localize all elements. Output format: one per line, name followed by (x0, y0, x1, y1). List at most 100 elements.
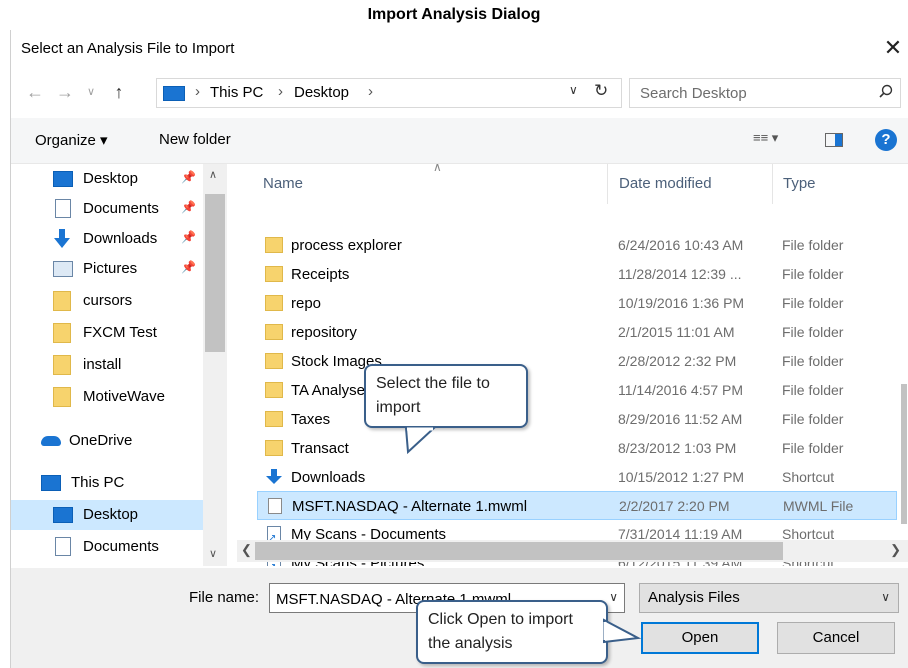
folder-icon (265, 353, 283, 369)
callout-pointer (603, 618, 642, 644)
nav-item-onedrive[interactable]: OneDrive (11, 426, 211, 456)
breadcrumb-this-pc[interactable]: This PC (210, 84, 263, 101)
scroll-down-icon[interactable]: ∨ (209, 547, 217, 560)
callout-select-file: Select the file to import (364, 364, 528, 455)
scroll-up-icon[interactable]: ∧ (209, 168, 217, 181)
command-bar: Organize ▾ New folder ≡≡ ▾ ? (11, 118, 908, 164)
back-arrow-icon[interactable]: ← (25, 80, 45, 104)
file-row-selected[interactable]: MSFT.NASDAQ - Alternate 1.mwml 2/2/2017 … (257, 491, 897, 520)
nav-item-install[interactable]: install (11, 350, 211, 380)
callout-click-open: Click Open to import the analysis (416, 600, 642, 664)
nav-item-this-pc[interactable]: This PC (11, 468, 211, 498)
file-name: Receipts (291, 266, 350, 283)
file-row[interactable]: repo 10/19/2016 1:36 PM File folder (257, 289, 897, 318)
desktop-icon (53, 507, 73, 523)
refresh-icon[interactable]: ↻ (594, 81, 608, 101)
callout-pointer (404, 427, 437, 455)
file-scrollbar-vertical[interactable] (899, 164, 908, 536)
address-dropdown-chevron-icon[interactable]: ∨ (569, 83, 578, 97)
file-row[interactable]: Receipts 11/28/2014 12:39 ... File folde… (257, 260, 897, 289)
column-divider[interactable] (772, 164, 773, 204)
folder-icon (265, 266, 283, 282)
nav-item-label: Desktop (83, 506, 139, 523)
nav-item-cursors[interactable]: cursors (11, 286, 211, 316)
folder-icon (53, 323, 71, 343)
recent-locations-chevron-icon[interactable]: ∨ (81, 80, 101, 104)
file-type: File folder (782, 353, 844, 369)
breadcrumb-desktop[interactable]: Desktop (294, 84, 349, 101)
file-row[interactable]: Transact 8/23/2012 1:03 PM File folder (257, 434, 897, 463)
search-icon (879, 84, 893, 98)
file-scroll-thumb-vertical[interactable] (901, 384, 907, 524)
file-open-dialog: Select an Analysis File to Import ✕ ← → … (10, 30, 908, 668)
nav-item-desktop-selected[interactable]: Desktop (11, 500, 211, 530)
folder-icon (265, 324, 283, 340)
nav-item-downloads[interactable]: Downloads 📌 (11, 224, 211, 254)
help-icon[interactable]: ? (875, 129, 897, 151)
nav-item-label: MotiveWave (83, 388, 165, 405)
preview-pane-icon[interactable] (825, 133, 843, 147)
change-view-icon[interactable]: ≡≡ ▾ (753, 130, 778, 146)
file-row[interactable]: repository 2/1/2015 11:01 AM File folder (257, 318, 897, 347)
file-date: 11/28/2014 12:39 ... (618, 266, 742, 282)
address-bar[interactable]: › This PC › Desktop › ∨ ↻ (156, 78, 622, 108)
breadcrumb-separator: › (368, 83, 373, 100)
nav-item-motivewave[interactable]: MotiveWave (11, 382, 211, 412)
address-row: ← → ∨ ↑ › This PC › Desktop › ∨ ↻ (11, 76, 908, 110)
open-button[interactable]: Open (641, 622, 759, 654)
scroll-right-icon[interactable]: ❯ (890, 542, 901, 558)
file-row[interactable]: Downloads 10/15/2012 1:27 PM Shortcut (257, 463, 897, 492)
file-row[interactable]: Stock Images 2/28/2012 2:32 PM File fold… (257, 347, 897, 376)
forward-arrow-icon[interactable]: → (55, 80, 75, 104)
pin-icon: 📌 (181, 260, 196, 274)
scroll-left-icon[interactable]: ❮ (241, 542, 252, 558)
file-scroll-thumb-horizontal[interactable] (255, 542, 783, 560)
file-row[interactable]: Taxes 8/29/2016 11:52 AM File folder (257, 405, 897, 434)
nav-scroll-thumb[interactable] (205, 194, 225, 352)
file-type-filter[interactable]: Analysis Files ∨ (639, 583, 899, 613)
column-header-name[interactable]: Name (263, 175, 303, 192)
file-name: repo (291, 295, 322, 312)
cancel-button[interactable]: Cancel (777, 622, 895, 654)
sort-ascending-icon: ∧ (433, 164, 442, 174)
file-date: 2/28/2012 2:32 PM (618, 353, 737, 369)
folder-icon (265, 440, 283, 456)
close-icon[interactable]: ✕ (881, 36, 905, 60)
file-scrollbar-horizontal[interactable]: ❮ ❯ (237, 540, 908, 562)
nav-scrollbar[interactable]: ∧ ∨ (203, 164, 227, 566)
file-row[interactable]: process explorer 6/24/2016 10:43 AM File… (257, 231, 897, 260)
breadcrumb-separator: › (278, 83, 283, 100)
this-pc-icon (41, 475, 61, 491)
new-folder-button[interactable]: New folder (159, 131, 231, 148)
folder-icon (53, 355, 71, 375)
nav-item-label: Pictures (83, 260, 138, 277)
file-row[interactable]: TA Analyses 11/14/2016 4:57 PM File fold… (257, 376, 897, 405)
column-header-type[interactable]: Type (783, 175, 816, 192)
nav-item-fxcm-test[interactable]: FXCM Test (11, 318, 211, 348)
nav-item-documents-2[interactable]: Documents (11, 532, 211, 562)
nav-item-label: OneDrive (69, 432, 133, 449)
pin-icon: 📌 (181, 230, 196, 244)
organize-menu[interactable]: Organize ▾ (35, 131, 108, 149)
up-arrow-icon[interactable]: ↑ (109, 80, 129, 104)
nav-item-label: install (83, 356, 122, 373)
nav-item-desktop[interactable]: Desktop 📌 (11, 164, 211, 194)
nav-item-label: Documents (83, 538, 159, 555)
pin-icon: 📌 (181, 170, 196, 184)
nav-item-documents[interactable]: Documents 📌 (11, 194, 211, 224)
nav-item-label: Documents (83, 200, 159, 217)
column-divider[interactable] (607, 164, 608, 204)
file-type: File folder (782, 411, 844, 427)
column-header-date[interactable]: Date modified (619, 175, 712, 192)
pin-icon: 📌 (181, 200, 196, 214)
nav-item-pictures[interactable]: Pictures 📌 (11, 254, 211, 284)
file-date: 2/1/2015 11:01 AM (618, 324, 735, 340)
search-input[interactable] (640, 83, 860, 103)
file-name-dropdown-chevron-icon[interactable]: ∨ (609, 590, 618, 604)
search-box[interactable] (629, 78, 901, 108)
file-name: MSFT.NASDAQ - Alternate 1.mwml (292, 498, 528, 515)
file-type: MWML File (783, 498, 854, 514)
pictures-icon (53, 261, 73, 277)
nav-item-label: This PC (71, 474, 125, 491)
file-type: File folder (782, 440, 844, 456)
